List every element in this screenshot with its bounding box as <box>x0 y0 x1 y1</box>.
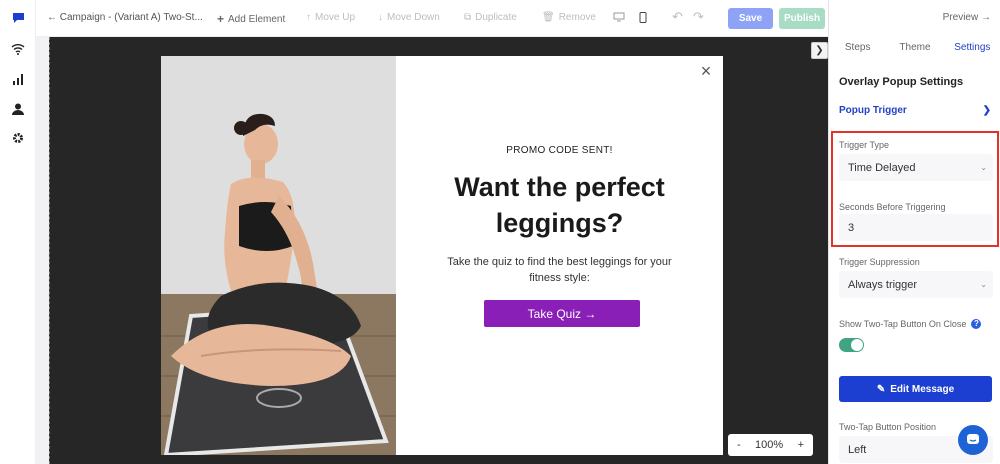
chat-bubble-icon[interactable] <box>10 10 26 26</box>
mobile-icon <box>639 12 647 23</box>
desktop-view-button[interactable] <box>613 12 625 22</box>
popup-image <box>161 56 396 455</box>
accordion-label: Popup Trigger <box>839 105 907 116</box>
tab-theme[interactable]: Theme <box>886 37 943 62</box>
suppression-select[interactable]: Always trigger ⌄ <box>839 271 993 298</box>
left-rail <box>0 0 36 464</box>
tab-settings[interactable]: Settings <box>944 37 1000 62</box>
redo-button[interactable]: ↷ <box>693 9 704 25</box>
arrow-down-icon: ↓ <box>378 12 383 23</box>
gear-icon[interactable] <box>10 130 26 146</box>
editor-canvas: ❯ × PROMO CODE SENT! Want the perfect le… <box>36 37 828 464</box>
trigger-type-select[interactable]: Time Delayed ⌄ <box>839 154 993 181</box>
save-label: Save <box>738 13 763 24</box>
undo-button[interactable]: ↶ <box>672 9 683 25</box>
zoom-control: - 100% + <box>728 434 813 456</box>
back-to-campaign-link[interactable]: ← Campaign - (Variant A) Two-St... <box>47 12 203 23</box>
edit-icon: ✎ <box>876 383 886 395</box>
edit-message-label: Edit Message <box>890 383 955 395</box>
take-quiz-button[interactable]: Take Quiz → <box>484 300 640 327</box>
wifi-icon[interactable] <box>10 41 26 57</box>
move-up-button[interactable]: ↑ Move Up <box>306 12 355 23</box>
app-root: ← Campaign - (Variant A) Two-St... + Add… <box>0 0 1000 464</box>
publish-label: Publish <box>783 13 821 24</box>
subtext-line-1: Take the quiz to find the best leggings … <box>447 256 672 268</box>
duplicate-label: Duplicate <box>475 12 517 23</box>
back-label: ← Campaign - (Variant A) Two-St... <box>47 12 203 23</box>
save-button[interactable]: Save <box>728 8 773 29</box>
zoom-out-button[interactable]: - <box>737 439 741 451</box>
popup-modal: × PROMO CODE SENT! Want the perfect legg… <box>161 56 723 455</box>
remove-button[interactable]: 🗑 Remove <box>542 12 596 23</box>
settings-panel: Preview → Steps Theme Settings Overlay P… <box>828 0 1000 464</box>
suppression-label: Trigger Suppression <box>839 257 920 267</box>
undo-icon: ↶ <box>672 9 683 24</box>
chevron-down-icon: ⌄ <box>980 163 987 172</box>
zoom-in-button[interactable]: + <box>798 439 804 451</box>
panel-toggle-button[interactable]: ❯ <box>811 42 828 59</box>
duplicate-icon: ⧉ <box>464 12 472 23</box>
chevron-down-icon: ❯ <box>982 105 991 116</box>
zoom-level: 100% <box>755 439 784 451</box>
seconds-value: 3 <box>848 221 855 234</box>
panel-tabs: Steps Theme Settings <box>829 37 1000 62</box>
chevron-down-icon: ⌄ <box>980 280 987 289</box>
redo-icon: ↷ <box>693 9 704 24</box>
arrow-up-icon: ↑ <box>306 12 311 23</box>
trigger-type-value: Time Delayed <box>848 161 916 174</box>
move-down-label: Move Down <box>387 12 440 23</box>
headline-line-2: leggings? <box>495 208 624 238</box>
panel-title: Overlay Popup Settings <box>839 76 964 88</box>
toggle-knob <box>851 339 863 351</box>
move-down-button[interactable]: ↓ Move Down <box>378 12 440 23</box>
add-element-label: Add Element <box>228 13 286 25</box>
seconds-label: Seconds Before Triggering <box>839 202 946 212</box>
popup-trigger-accordion[interactable]: Popup Trigger ❯ <box>839 105 991 116</box>
tab-steps[interactable]: Steps <box>829 37 886 62</box>
trigger-type-label: Trigger Type <box>839 140 890 150</box>
add-element-button[interactable]: + Add Element <box>217 12 285 26</box>
edit-message-button[interactable]: ✎ Edit Message <box>839 376 992 402</box>
headline-line-1: Want the perfect <box>454 172 665 202</box>
popup-headline: Want the perfect leggings? <box>396 169 723 241</box>
duplicate-button[interactable]: ⧉ Duplicate <box>464 12 517 23</box>
remove-label: Remove <box>558 12 596 23</box>
promo-text: PROMO CODE SENT! <box>506 145 613 156</box>
chat-launcher-button[interactable] <box>958 425 988 455</box>
chat-icon <box>967 434 979 444</box>
help-icon[interactable]: ? <box>971 319 982 329</box>
publish-button[interactable]: Publish <box>779 8 825 29</box>
chevron-right-icon: ❯ <box>815 45 824 56</box>
seconds-input[interactable]: 3 <box>839 214 993 241</box>
two-tap-toggle[interactable] <box>839 338 864 352</box>
user-icon[interactable] <box>10 101 26 117</box>
trash-icon: 🗑 <box>542 12 555 23</box>
position-value: Left <box>848 443 867 456</box>
close-icon[interactable]: × <box>697 62 715 80</box>
bar-chart-icon[interactable] <box>10 71 26 87</box>
desktop-icon <box>613 12 625 22</box>
top-toolbar: ← Campaign - (Variant A) Two-St... + Add… <box>36 0 828 37</box>
take-quiz-label: Take Quiz → <box>527 306 597 321</box>
suppression-value: Always trigger <box>848 278 918 291</box>
position-label: Two-Tap Button Position <box>839 422 937 432</box>
move-up-label: Move Up <box>315 12 356 23</box>
two-tap-row: Show Two-Tap Button On Close ? <box>839 319 982 329</box>
mobile-view-button[interactable] <box>639 12 647 23</box>
popup-subtext: Take the quiz to find the best leggings … <box>431 254 688 286</box>
preview-link[interactable]: Preview → <box>943 12 991 23</box>
two-tap-label: Show Two-Tap Button On Close <box>839 319 967 329</box>
subtext-line-2: fitness style: <box>529 272 590 284</box>
plus-icon: + <box>217 12 225 26</box>
